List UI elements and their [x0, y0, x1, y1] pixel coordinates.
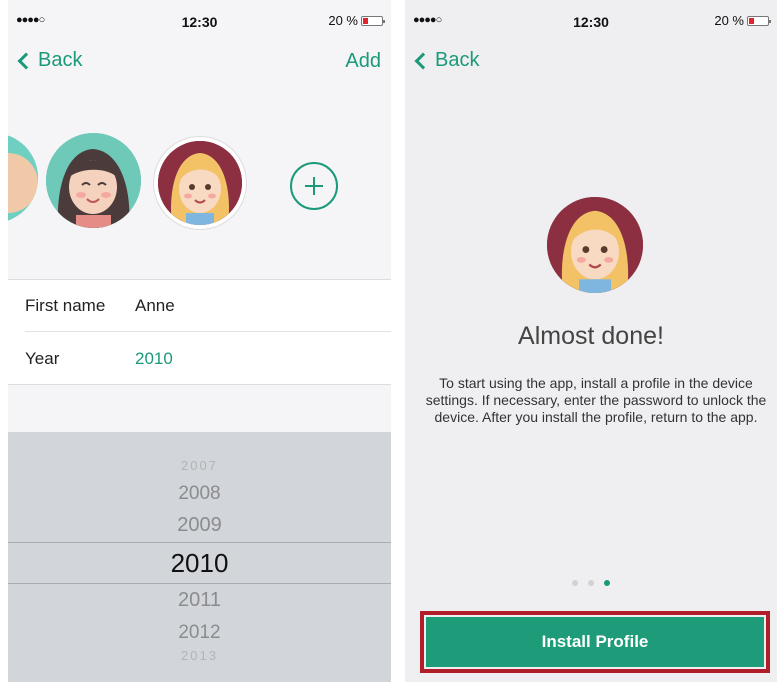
page-title: Almost done! — [518, 322, 664, 350]
back-label: Back — [435, 49, 480, 71]
status-bar: ●●●●○ 12:30 20 % — [8, 0, 391, 40]
year-row[interactable]: Year 2010 — [25, 333, 391, 385]
page-dot — [588, 580, 594, 586]
child-avatar-girl-image — [46, 133, 141, 228]
first-name-field[interactable]: Anne — [135, 296, 175, 316]
first-name-row[interactable]: First name Anne — [25, 280, 391, 332]
add-button[interactable]: Add — [345, 50, 381, 73]
instructions-text: To start using the app, install a profil… — [425, 375, 767, 425]
picker-option[interactable]: 2007 — [8, 458, 391, 473]
add-child-icon[interactable] — [290, 162, 338, 210]
battery-percent: 20 % — [714, 13, 744, 28]
year-picker[interactable]: 2007 2008 2009 2010 2011 2012 2013 — [8, 432, 391, 682]
year-label: Year — [25, 349, 60, 368]
child-profile-form: First name Anne Year 2010 — [8, 279, 391, 385]
child-avatar-partial-image — [8, 133, 38, 223]
child-avatar-anne — [547, 197, 643, 293]
battery-status: 20 % — [714, 13, 771, 28]
picker-option[interactable]: 2008 — [8, 483, 391, 505]
child-avatar-girl[interactable] — [46, 133, 141, 228]
battery-icon — [747, 15, 771, 26]
child-avatar-anne-image — [547, 197, 643, 293]
avatar-carousel — [8, 125, 391, 245]
child-avatar-anne-image — [158, 141, 242, 225]
page-dot-active — [604, 580, 610, 586]
back-label: Back — [38, 49, 83, 71]
chevron-left-icon — [414, 52, 432, 69]
picker-option[interactable]: 2013 — [8, 648, 391, 663]
battery-percent: 20 % — [328, 13, 358, 28]
child-avatar-partial[interactable] — [8, 133, 38, 223]
page-dot — [572, 580, 578, 586]
battery-status: 20 % — [328, 13, 385, 28]
battery-icon — [361, 15, 385, 26]
back-button[interactable]: Back — [413, 49, 479, 72]
picker-option[interactable]: 2012 — [8, 622, 391, 644]
status-bar: ●●●●○ 12:30 20 % — [405, 0, 777, 40]
nav-bar: Back — [405, 42, 777, 82]
left-screen: ●●●●○ 12:30 20 % Back Add First name Ann… — [8, 0, 391, 682]
nav-bar: Back Add — [8, 42, 391, 82]
chevron-left-icon — [17, 52, 35, 69]
right-screen: ●●●●○ 12:30 20 % Back Almost done! To st… — [405, 0, 777, 682]
page-indicator — [405, 580, 777, 586]
install-profile-button[interactable]: Install Profile — [426, 617, 764, 667]
install-button-highlight: Install Profile — [420, 611, 770, 673]
back-button[interactable]: Back — [16, 49, 82, 72]
year-field[interactable]: 2010 — [135, 349, 173, 369]
child-avatar-anne[interactable] — [154, 137, 246, 229]
picker-option-selected[interactable]: 2010 — [8, 548, 391, 579]
picker-option[interactable]: 2011 — [8, 589, 391, 612]
first-name-label: First name — [25, 295, 106, 315]
picker-option[interactable]: 2009 — [8, 514, 391, 537]
